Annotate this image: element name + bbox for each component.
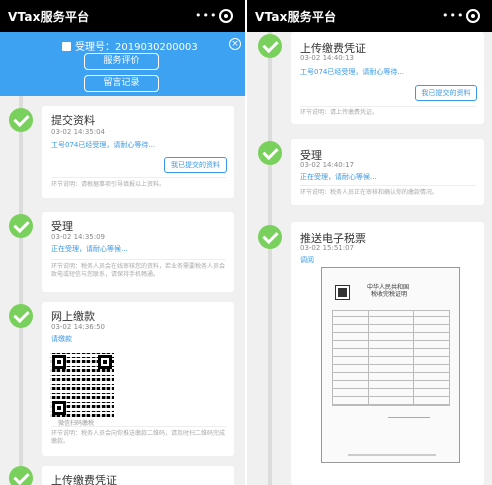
- step-card-submit: 提交资料 03-02 14:35:04 工号074已经受理，请耐心等待... 我…: [42, 106, 234, 198]
- step-status: 工号074已经受理，请耐心等待...: [300, 68, 405, 76]
- step-title: 网上缴款: [51, 310, 95, 323]
- top-bar: VTax服务平台 •••: [0, 0, 245, 32]
- step-note: 环节说明：请根据事项引导填报以上资料。: [51, 181, 166, 188]
- certificate-stamp: [388, 408, 430, 418]
- view-link[interactable]: 调阅: [300, 255, 314, 265]
- top-bar: VTax服务平台 •••: [247, 0, 492, 32]
- close-icon[interactable]: ×: [229, 38, 241, 50]
- accept-number: 受理号：2019030200003: [62, 38, 198, 53]
- accept-number-text: 受理号：2019030200003: [75, 42, 198, 53]
- step-card-accept: 受理 03-02 14:35:09 正在受理，请耐心等候... 环节说明：税务人…: [42, 212, 234, 292]
- close-target-icon[interactable]: [466, 9, 480, 23]
- check-icon: [9, 466, 33, 485]
- step-card-upload: 上传缴费凭证: [42, 466, 234, 485]
- pay-link[interactable]: 请缴款: [51, 334, 72, 344]
- submitted-docs-button[interactable]: 我已提交的资料: [164, 157, 227, 173]
- step-time: 03-02 14:36:50: [51, 323, 106, 331]
- check-icon: [258, 225, 282, 249]
- check-icon: [9, 304, 33, 328]
- message-log-button[interactable]: 留言记录: [84, 75, 159, 92]
- step-note: 环节说明：税务人员正在审核和确认你的缴款情况。: [300, 189, 439, 196]
- step-status: 正在受理，请耐心等候...: [300, 173, 377, 181]
- tax-certificate-preview[interactable]: 中华人民共和国 税收完税证明: [321, 267, 460, 463]
- more-menu-icon[interactable]: •••: [442, 9, 464, 22]
- divider: [300, 185, 476, 186]
- step-title: 提交资料: [51, 114, 95, 127]
- step-time: 03-02 14:40:13: [300, 54, 355, 62]
- divider: [51, 259, 226, 260]
- divider: [51, 177, 226, 178]
- service-rating-button[interactable]: 服务评价: [84, 53, 159, 70]
- left-phone-screen: VTax服务平台 ••• 受理号：2019030200003 × 服务评价 留言…: [0, 0, 245, 485]
- app-title: VTax服务平台: [255, 10, 337, 24]
- check-icon: [258, 141, 282, 165]
- step-status: 工号074已经受理，请耐心等待...: [51, 141, 156, 149]
- check-icon: [9, 108, 33, 132]
- more-menu-icon[interactable]: •••: [195, 9, 217, 22]
- step-time: 03-02 14:35:04: [51, 128, 106, 136]
- step-card-accept: 受理 03-02 14:40:17 正在受理，请耐心等候... 环节说明：税务人…: [291, 139, 484, 205]
- step-title: 受理: [51, 220, 73, 233]
- certificate-footer: [348, 454, 436, 456]
- step-status: 正在受理，请耐心等候...: [51, 245, 128, 253]
- divider: [300, 106, 476, 107]
- document-icon: [62, 42, 71, 51]
- submitted-docs-button[interactable]: 我已提交的资料: [415, 85, 477, 101]
- step-card-upload: 上传缴费凭证 03-02 14:40:13 工号074已经受理，请耐心等待...…: [291, 32, 484, 124]
- check-icon: [9, 214, 33, 238]
- close-target-icon[interactable]: [219, 9, 233, 23]
- certificate-qr-code: [335, 285, 350, 300]
- step-note: 环节说明：税务人员会在线审核您的资料，若业务需要税务人员会致电或短信与您联系，请…: [51, 263, 226, 278]
- app-title: VTax服务平台: [8, 10, 90, 24]
- step-time: 03-02 15:51:07: [300, 244, 355, 252]
- certificate-table: [332, 310, 450, 406]
- payment-qr-code[interactable]: [50, 353, 114, 417]
- certificate-subheading: 税收完税证明: [371, 291, 408, 298]
- step-time: 03-02 14:35:09: [51, 233, 106, 241]
- application-header: 受理号：2019030200003 × 服务评价 留言记录: [0, 32, 245, 96]
- step-note: 环节说明：请上传缴费凭证。: [300, 109, 379, 116]
- step-title: 上传缴费凭证: [51, 474, 117, 485]
- qr-caption: 微信扫码缴税: [58, 420, 95, 427]
- step-note: 环节说明：税务人员会向你推送缴款二维码，请及时扫二维码完成缴款。: [51, 430, 226, 445]
- step-time: 03-02 14:40:17: [300, 161, 355, 169]
- check-icon: [258, 34, 282, 58]
